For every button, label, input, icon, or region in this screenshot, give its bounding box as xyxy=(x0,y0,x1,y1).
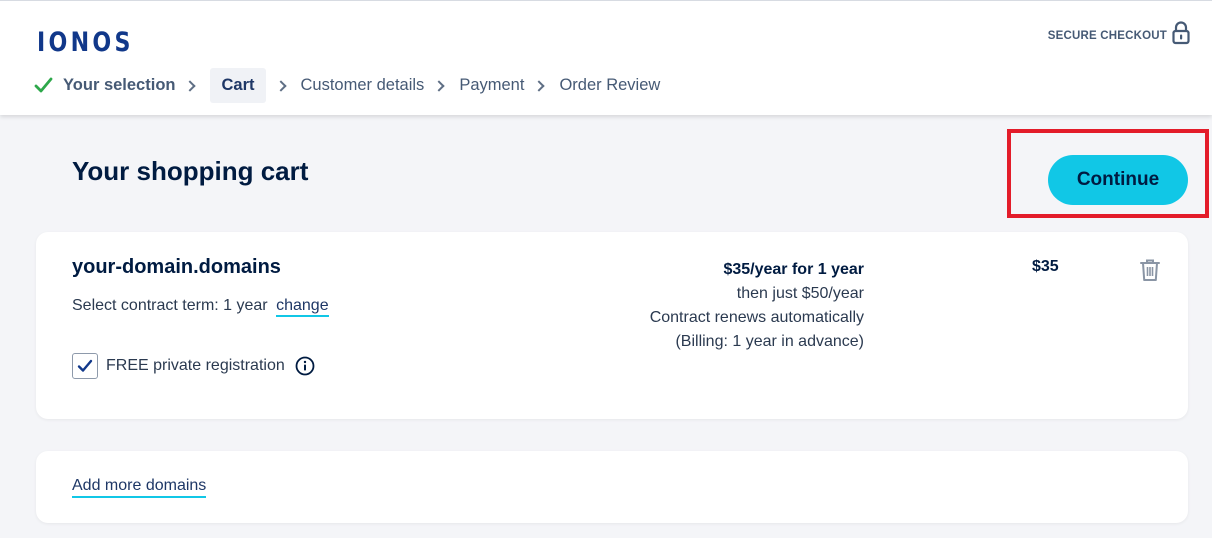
info-icon[interactable] xyxy=(295,356,315,376)
private-registration: FREE private registration xyxy=(72,353,315,379)
change-term-link[interactable]: change xyxy=(276,297,329,317)
step-label: Order Review xyxy=(559,76,661,94)
check-icon xyxy=(77,359,93,372)
step-cart: Cart xyxy=(210,68,266,103)
price-billing: (Billing: 1 year in advance) xyxy=(675,333,864,350)
secure-checkout: SECURE CHECKOUT xyxy=(1047,21,1190,45)
private-registration-label: FREE private registration xyxy=(106,357,285,374)
step-payment: Payment xyxy=(459,68,524,103)
page-title: Your shopping cart xyxy=(72,156,309,186)
step-label: Your selection xyxy=(63,76,176,94)
contract-term-text: Select contract term: 1 year xyxy=(72,297,268,314)
chevron-right-icon xyxy=(184,79,197,92)
step-label: Payment xyxy=(459,76,525,94)
step-order-review: Order Review xyxy=(559,68,660,103)
step-customer-details: Customer details xyxy=(301,68,425,103)
step-label: Customer details xyxy=(300,76,425,94)
checkout-header: IONOS SECURE CHECKOUT Your selection Car… xyxy=(0,0,1212,115)
price-auto-renew: Contract renews automatically xyxy=(649,309,864,326)
secure-checkout-label: SECURE CHECKOUT xyxy=(1047,30,1167,42)
continue-button[interactable]: Continue xyxy=(1048,155,1188,205)
price-intro: $35/year for 1 year xyxy=(723,261,864,278)
checkout-steps: Your selection Cart Customer details Pay… xyxy=(34,68,660,103)
check-icon xyxy=(34,77,53,94)
price-renewal: then just $50/year xyxy=(736,285,864,302)
item-total: $35 xyxy=(1032,258,1059,275)
chevron-right-icon xyxy=(433,79,445,92)
pricing-details: $35/year for 1 year then just $50/year C… xyxy=(650,258,864,354)
lock-icon xyxy=(1172,21,1190,45)
cart-item-card: your-domain.domains Select contract term… xyxy=(36,232,1188,419)
trash-icon[interactable] xyxy=(1139,258,1161,282)
private-registration-checkbox[interactable] xyxy=(72,353,98,379)
step-label: Cart xyxy=(221,76,255,94)
add-more-card: Add more domains xyxy=(36,451,1188,523)
add-more-domains-link[interactable]: Add more domains xyxy=(72,477,207,498)
chevron-right-icon xyxy=(274,79,287,92)
contract-term: Select contract term: 1 year change xyxy=(72,297,329,317)
chevron-right-icon xyxy=(533,79,546,92)
ionos-logo[interactable]: IONOS xyxy=(37,27,134,58)
step-your-selection[interactable]: Your selection xyxy=(34,68,175,103)
domain-name: your-domain.domains xyxy=(72,256,281,278)
